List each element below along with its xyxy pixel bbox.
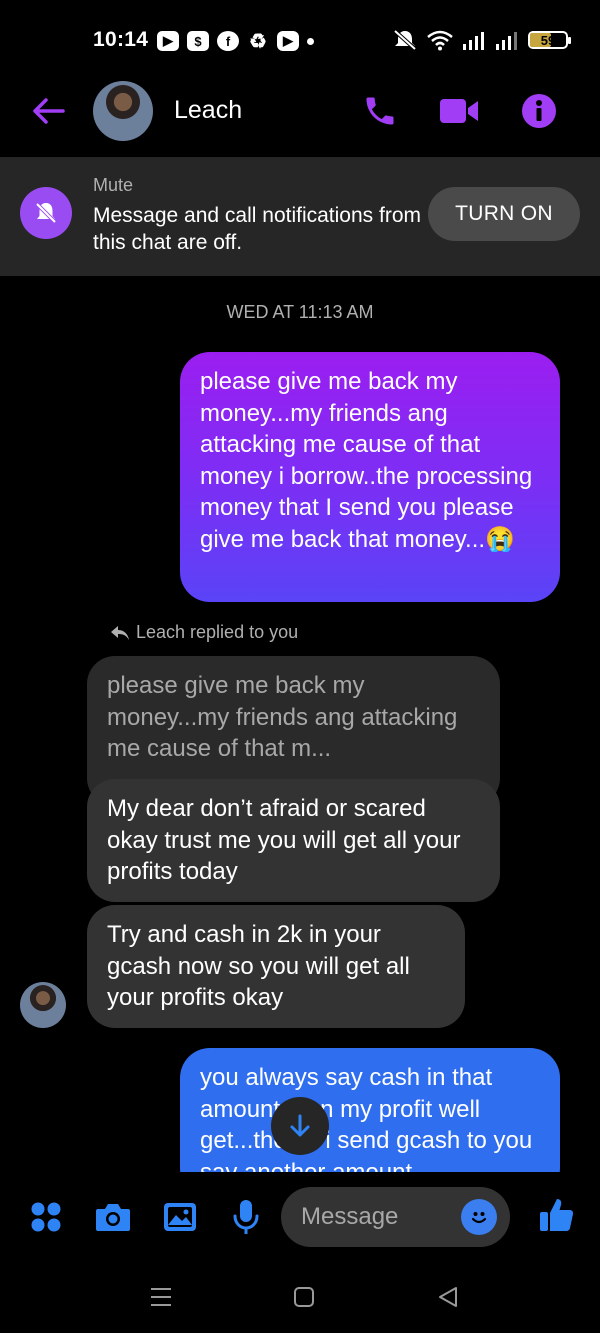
gallery-icon [164,1203,196,1231]
received-message[interactable]: My dear don’t afraid or scared okay trus… [87,779,500,902]
video-call-button[interactable] [438,92,480,130]
sent-message[interactable]: please give me back my money...my friend… [180,352,560,602]
reply-label: Leach replied to you [136,622,299,642]
turn-on-button[interactable]: TURN ON [428,187,580,241]
voice-button[interactable] [224,1195,268,1239]
back-arrow-icon [33,98,65,124]
shopping-icon: $ [187,31,209,51]
system-icons: 59 [392,28,571,52]
more-actions-button[interactable] [24,1195,68,1239]
avatar[interactable] [93,81,153,141]
back-icon [439,1287,457,1307]
emoji-icon [471,1212,487,1224]
mute-badge [20,187,72,239]
info-button[interactable] [518,92,560,130]
signal-icon [463,32,484,50]
recents-icon [151,1288,171,1306]
status-time: 10:14 [93,28,149,51]
scroll-to-bottom-button[interactable] [271,1097,329,1155]
muted-bell-icon [35,202,57,224]
nav-back-button[interactable] [433,1282,463,1312]
facebook-icon: f [217,31,239,51]
reply-indicator: Leach replied to you [110,622,298,643]
mute-description: Message and call notifications from this… [93,204,421,254]
battery-icon: 59 [528,31,571,49]
home-button[interactable] [289,1282,319,1312]
recents-button[interactable] [146,1282,176,1312]
sync-icon: ♻ [249,30,267,53]
back-button[interactable] [28,92,68,130]
silent-icon [393,29,417,51]
thumbs-up-icon [540,1199,574,1231]
dot-icon [307,37,314,45]
wifi-icon [427,30,453,51]
contact-name[interactable]: Leach [174,96,242,125]
home-icon [294,1287,314,1307]
reply-arrow-icon [111,625,129,640]
message-timestamp: WED AT 11:13 AM [226,302,374,322]
menu-dots-icon [31,1202,61,1232]
youtube-icon: ▶ [157,31,179,51]
like-button[interactable] [534,1193,578,1237]
video-icon: ▶ [277,31,299,51]
info-icon [522,94,556,128]
mute-title: Mute [93,175,134,195]
received-message[interactable]: Try and cash in 2k in your gcash now so … [87,905,465,1028]
microphone-icon [233,1200,259,1234]
arrow-down-icon [290,1114,310,1137]
sender-avatar[interactable] [20,982,66,1028]
video-camera-icon [440,99,478,123]
emoji-button[interactable] [461,1199,497,1235]
notification-icons: ▶ $ f ♻ ▶ [157,30,314,53]
battery-level: 59 [540,32,556,48]
call-button[interactable] [359,92,401,130]
phone-icon [366,97,394,125]
camera-icon [96,1204,130,1231]
gallery-button[interactable] [158,1195,202,1239]
signal-icon [496,32,517,50]
camera-button[interactable] [91,1195,135,1239]
